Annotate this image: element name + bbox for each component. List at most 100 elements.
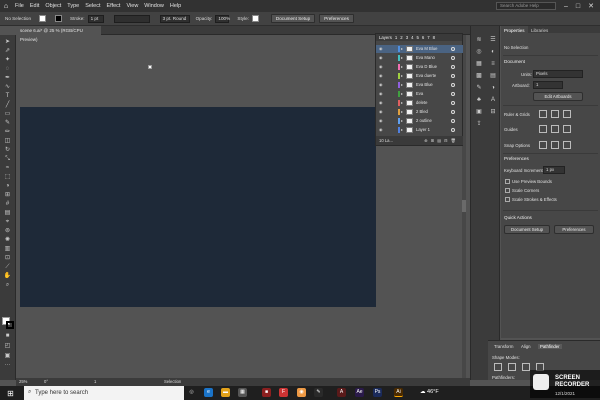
- stroke-weight-field[interactable]: 1 pt: [87, 14, 104, 23]
- gradient-panel-icon[interactable]: ▤: [488, 72, 498, 80]
- keyboard-increment-field[interactable]: 1 px: [543, 166, 565, 174]
- eye-icon[interactable]: ◉: [379, 45, 383, 53]
- photoshop-icon[interactable]: Ps: [373, 388, 382, 397]
- unite-icon[interactable]: [494, 363, 502, 371]
- menu-item-window[interactable]: Window: [141, 3, 167, 9]
- target-icon[interactable]: [451, 65, 455, 69]
- brushes-icon[interactable]: ✎: [474, 84, 484, 92]
- taskbar-search-input[interactable]: Type here to search: [24, 386, 184, 400]
- expand-arrow-icon[interactable]: ▸: [401, 54, 403, 62]
- layer-row[interactable]: ◉ ▸ 2 outline: [376, 117, 463, 125]
- magic-wand-tool-icon[interactable]: ✦: [3, 57, 12, 64]
- eye-icon[interactable]: ◉: [379, 54, 383, 62]
- layers-tab-7[interactable]: 7: [427, 34, 429, 41]
- smart-guides-icon[interactable]: [563, 125, 571, 133]
- weather-widget[interactable]: ☁ 46°F: [420, 388, 439, 397]
- stroke-color-icon[interactable]: [6, 321, 14, 329]
- scale-strokes-checkbox[interactable]: [505, 197, 510, 202]
- hand-tool-icon[interactable]: ✋: [3, 273, 12, 280]
- layers-footer-icons[interactable]: ⊕⊞▤⊟🗑: [424, 136, 459, 145]
- appearance-icon[interactable]: ◎: [474, 48, 484, 56]
- symbols-icon[interactable]: ♣: [474, 96, 484, 104]
- expand-arrow-icon[interactable]: ▸: [401, 99, 403, 107]
- grid-icon[interactable]: [551, 110, 559, 118]
- document-setup-button[interactable]: Document Setup: [270, 14, 316, 23]
- menu-item-view[interactable]: View: [123, 3, 141, 9]
- show-guides-icon[interactable]: [539, 125, 547, 133]
- minimize-icon[interactable]: –: [564, 3, 568, 10]
- warp-tool-icon[interactable]: ≈: [3, 165, 12, 172]
- edge-icon[interactable]: e: [204, 388, 213, 397]
- target-icon[interactable]: [451, 101, 455, 105]
- menu-item-object[interactable]: Object: [42, 3, 64, 9]
- intersect-icon[interactable]: [522, 363, 530, 371]
- free-transform-tool-icon[interactable]: ⬚: [3, 174, 12, 181]
- menu-item-effect[interactable]: Effect: [104, 3, 124, 9]
- app-icon[interactable]: ▦: [238, 388, 247, 397]
- document-setup-quick-button[interactable]: Document Setup: [504, 225, 550, 234]
- slice-tool-icon[interactable]: ⟋: [3, 264, 12, 271]
- target-icon[interactable]: [451, 110, 455, 114]
- menu-item-help[interactable]: Help: [167, 3, 184, 9]
- menu-item-edit[interactable]: Edit: [27, 3, 42, 9]
- expand-arrow-icon[interactable]: ▸: [401, 72, 403, 80]
- artboard[interactable]: [20, 107, 376, 307]
- file-explorer-icon[interactable]: ▬: [221, 388, 230, 397]
- preferences-quick-button[interactable]: Preferences: [554, 225, 594, 234]
- use-preview-bounds-checkbox[interactable]: [505, 179, 510, 184]
- gradient-tool-icon[interactable]: ▤: [3, 210, 12, 217]
- selection-tool-icon[interactable]: ➤: [3, 39, 12, 46]
- variable-width-field[interactable]: [113, 14, 150, 23]
- preferences-button[interactable]: Preferences: [319, 14, 354, 23]
- curvature-tool-icon[interactable]: ∿: [3, 84, 12, 91]
- tab-transform[interactable]: Transform: [494, 344, 513, 349]
- layers-tab-6[interactable]: 6: [422, 34, 424, 41]
- blend-tool-icon[interactable]: ⊚: [3, 228, 12, 235]
- eyedropper-tool-icon[interactable]: ⌖: [3, 219, 12, 226]
- more-tools-icon[interactable]: ···: [3, 362, 12, 369]
- maximize-icon[interactable]: □: [576, 3, 580, 10]
- eye-icon[interactable]: ◉: [379, 72, 383, 80]
- line-tool-icon[interactable]: ╱: [3, 102, 12, 109]
- layer-row[interactable]: ◉ ▸ Eva D Blue: [376, 63, 463, 71]
- app-icon[interactable]: ✎: [314, 388, 323, 397]
- menu-item-select[interactable]: Select: [82, 3, 103, 9]
- layers-tab-8[interactable]: 8: [433, 34, 435, 41]
- rotation-angle[interactable]: 0°: [44, 378, 48, 386]
- eye-icon[interactable]: ◉: [379, 126, 383, 134]
- graphic-styles-icon[interactable]: ▣: [474, 108, 484, 116]
- target-icon[interactable]: [451, 119, 455, 123]
- units-select[interactable]: Pixels: [533, 70, 583, 78]
- tab-align[interactable]: Align: [521, 344, 531, 349]
- paintbrush-tool-icon[interactable]: ✎: [3, 120, 12, 127]
- expand-arrow-icon[interactable]: ▸: [401, 90, 403, 98]
- eraser-tool-icon[interactable]: ◫: [3, 138, 12, 145]
- layer-row[interactable]: ◉ ▸ Eva Blue: [376, 81, 463, 89]
- properties-panel-icon[interactable]: ☰: [488, 36, 498, 44]
- expand-arrow-icon[interactable]: ▸: [401, 117, 403, 125]
- stroke-swatch[interactable]: [55, 15, 62, 22]
- target-icon[interactable]: [451, 47, 455, 51]
- libraries-icon[interactable]: ▦: [474, 60, 484, 68]
- target-icon[interactable]: [451, 74, 455, 78]
- ruler-icon[interactable]: [539, 110, 547, 118]
- layers-tab-4[interactable]: 4: [411, 34, 413, 41]
- lasso-tool-icon[interactable]: ◌: [3, 66, 12, 73]
- column-graph-tool-icon[interactable]: ▥: [3, 246, 12, 253]
- expand-arrow-icon[interactable]: ▸: [401, 45, 403, 53]
- direct-selection-tool-icon[interactable]: ⇗: [3, 48, 12, 55]
- task-view-icon[interactable]: ◎: [187, 388, 196, 397]
- anchor-point[interactable]: [148, 65, 152, 69]
- minus-front-icon[interactable]: [508, 363, 516, 371]
- target-icon[interactable]: [451, 83, 455, 87]
- expand-arrow-icon[interactable]: ▸: [401, 126, 403, 134]
- layer-row[interactable]: ◉ ▸ Eva duerte: [376, 72, 463, 80]
- color-mode-icon[interactable]: ■: [3, 333, 12, 340]
- artboard-select[interactable]: 1: [533, 81, 563, 89]
- after-effects-icon[interactable]: Ae: [355, 388, 364, 397]
- layer-row[interactable]: ◉ ▸ Eva M Blue: [376, 45, 463, 53]
- pen-tool-icon[interactable]: ✒: [3, 75, 12, 82]
- eye-icon[interactable]: ◉: [379, 81, 383, 89]
- color-panel-icon[interactable]: ◐: [488, 48, 498, 56]
- help-search-input[interactable]: Search Adobe Help: [495, 2, 556, 10]
